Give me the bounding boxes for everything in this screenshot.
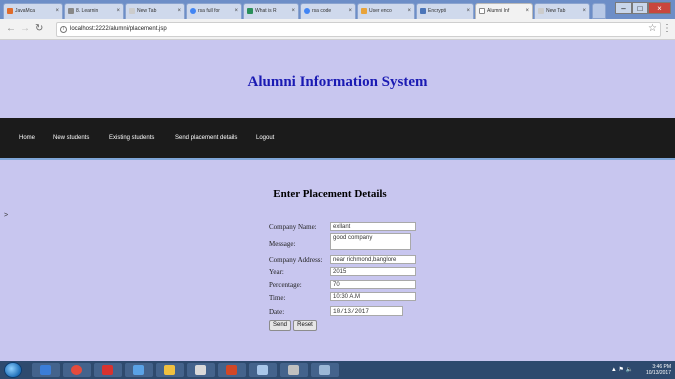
company-name-input[interactable]: exllant	[330, 222, 416, 231]
taskbar-app-button[interactable]	[280, 363, 308, 377]
maximize-button[interactable]: □	[632, 2, 648, 14]
bookmark-star-icon[interactable]: ☆	[648, 23, 657, 34]
close-tab-icon[interactable]: ×	[234, 8, 238, 14]
date-label: Date:	[269, 308, 285, 316]
nav-home[interactable]: Home	[19, 135, 35, 141]
company-address-input[interactable]: near richmond,banglore	[330, 255, 416, 264]
nav-existing-students[interactable]: Existing students	[109, 135, 154, 141]
tray-icons[interactable]: ▲ ⚑ 🔈	[611, 366, 633, 373]
media-player-icon	[319, 365, 330, 375]
close-tab-icon[interactable]: ×	[177, 8, 181, 14]
tab-favicon-icon	[7, 8, 13, 14]
taskbar-app-button[interactable]	[63, 363, 91, 377]
window-controls: – □ ×	[615, 2, 671, 15]
browser-tab-active[interactable]: Alumni Inf ×	[475, 3, 533, 19]
company-address-label: Company Address:	[269, 256, 323, 264]
tab-favicon-icon	[129, 8, 135, 14]
clock-date: 10/13/2017	[645, 370, 671, 376]
powerpoint-icon	[226, 365, 237, 375]
browser-tab[interactable]: 8. Learnin ×	[64, 3, 124, 19]
year-label: Year:	[269, 268, 284, 276]
forward-arrow-icon[interactable]: →	[20, 23, 30, 35]
close-tab-icon[interactable]: ×	[525, 8, 529, 14]
time-label: Time:	[269, 294, 286, 302]
site-title: Alumni Information System	[247, 74, 428, 90]
taskbar-app-button[interactable]	[125, 363, 153, 377]
browser-tab[interactable]: JavaMca ×	[3, 3, 63, 19]
close-tab-icon[interactable]: ×	[466, 8, 470, 14]
tab-favicon-icon	[247, 8, 253, 14]
send-button[interactable]: Send	[269, 320, 291, 331]
close-tab-icon[interactable]: ×	[291, 8, 295, 14]
back-arrow-icon[interactable]: ←	[6, 23, 16, 35]
info-icon[interactable]: i	[60, 26, 67, 33]
company-name-label: Company Name:	[269, 223, 317, 231]
tab-favicon-icon	[361, 8, 367, 14]
taskbar-app-button[interactable]	[94, 363, 122, 377]
percentage-label: Percentage:	[269, 281, 302, 289]
taskbar-app-button[interactable]	[156, 363, 184, 377]
url-text: localhost:2222/alumni/placement.jsp	[70, 26, 167, 32]
message-textarea[interactable]: good company	[330, 233, 411, 250]
page-heading: Enter Placement Details	[273, 188, 387, 200]
start-button[interactable]	[4, 362, 22, 378]
taskbar-app-button[interactable]	[218, 363, 246, 377]
internet-explorer-icon	[133, 365, 144, 375]
percentage-input[interactable]: 70	[330, 280, 416, 289]
browser-tab[interactable]: rsa code ×	[300, 3, 356, 19]
chrome-icon	[71, 365, 82, 375]
nav-new-students[interactable]: New students	[53, 135, 89, 141]
close-tab-icon[interactable]: ×	[582, 8, 586, 14]
reload-icon[interactable]: ↻	[35, 23, 43, 35]
settings-icon	[288, 365, 299, 375]
windows-taskbar: ▲ ⚑ 🔈 3:46 PM 10/13/2017	[0, 361, 675, 379]
tab-favicon-icon	[68, 8, 74, 14]
browser-tab[interactable]: New Tab ×	[534, 3, 590, 19]
paint-icon	[257, 365, 268, 375]
menu-icon[interactable]: ⋮	[662, 23, 672, 34]
tab-favicon-icon	[420, 8, 426, 14]
close-tab-icon[interactable]: ×	[55, 8, 59, 14]
address-bar[interactable]: i localhost:2222/alumni/placement.jsp ☆	[56, 22, 661, 37]
system-clock[interactable]: 3:46 PM 10/13/2017	[646, 364, 671, 376]
taskbar-app-button[interactable]	[249, 363, 277, 377]
nav-send-placement-details[interactable]: Send placement details	[175, 135, 237, 141]
browser-tab[interactable]: User enco ×	[357, 3, 415, 19]
taskbar-app-button[interactable]	[32, 363, 60, 377]
date-input[interactable]: 10/13/2017	[330, 306, 403, 316]
new-tab-button[interactable]	[592, 3, 606, 19]
explorer-icon	[40, 365, 51, 375]
side-marker: >	[4, 212, 9, 219]
browser-tab[interactable]: rsa full for ×	[186, 3, 242, 19]
browser-toolbar: ← → ↻ i localhost:2222/alumni/placement.…	[0, 19, 675, 40]
close-tab-icon[interactable]: ×	[116, 8, 120, 14]
reset-button[interactable]: Reset	[293, 320, 317, 331]
close-tab-icon[interactable]: ×	[348, 8, 352, 14]
close-window-button[interactable]: ×	[648, 2, 671, 14]
time-input[interactable]: 10:30 A.M	[330, 292, 416, 301]
browser-tab-strip: JavaMca × 8. Learnin × New Tab × rsa full f…	[0, 0, 675, 19]
editor-icon	[195, 365, 206, 375]
nav-logout[interactable]: Logout	[256, 135, 274, 141]
google-icon	[304, 8, 310, 14]
taskbar-app-button[interactable]	[311, 363, 339, 377]
folder-icon	[164, 365, 175, 375]
year-input[interactable]: 2015	[330, 267, 416, 276]
page-icon	[479, 8, 485, 14]
close-tab-icon[interactable]: ×	[407, 8, 411, 14]
browser-tab[interactable]: What is R ×	[243, 3, 299, 19]
browser-tab[interactable]: New Tab ×	[125, 3, 185, 19]
acrobat-icon	[102, 365, 113, 375]
google-icon	[190, 8, 196, 14]
site-navigation: Home New students Existing students Send…	[0, 118, 675, 160]
browser-tab[interactable]: Encrypti ×	[416, 3, 474, 19]
message-label: Message:	[269, 240, 296, 248]
minimize-button[interactable]: –	[615, 2, 632, 14]
tab-favicon-icon	[538, 8, 544, 14]
taskbar-app-button[interactable]	[187, 363, 215, 377]
